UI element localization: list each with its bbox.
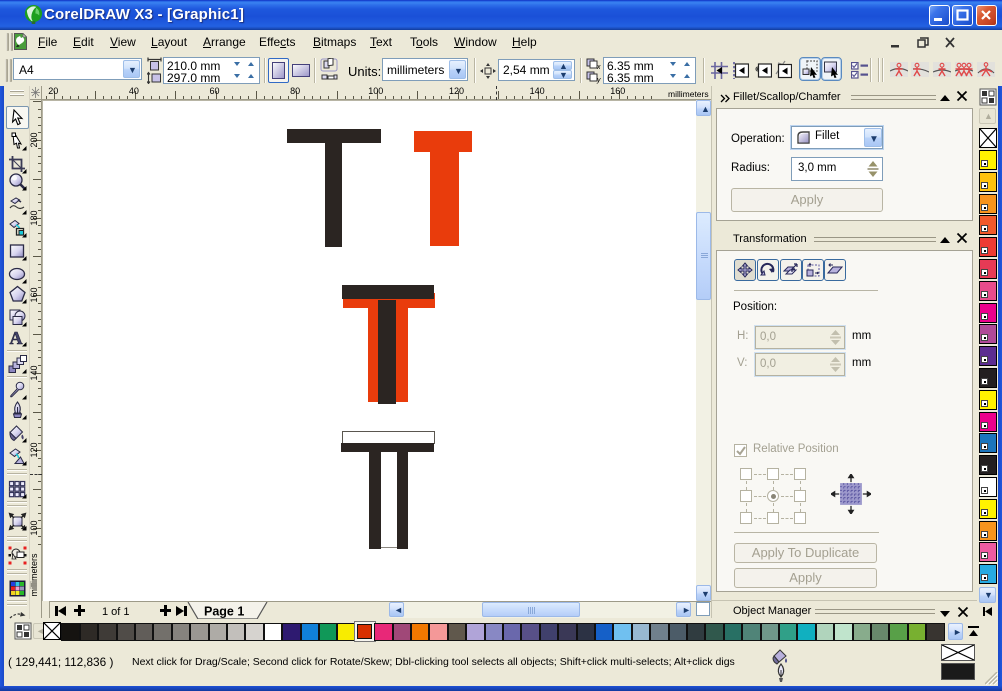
svg-text:x: x xyxy=(596,64,601,71)
svg-text:y: y xyxy=(596,77,601,84)
svg-text:A: A xyxy=(10,328,23,347)
svg-text:1 of 1: 1 of 1 xyxy=(102,606,130,618)
svg-text:Page 1: Page 1 xyxy=(204,605,244,619)
